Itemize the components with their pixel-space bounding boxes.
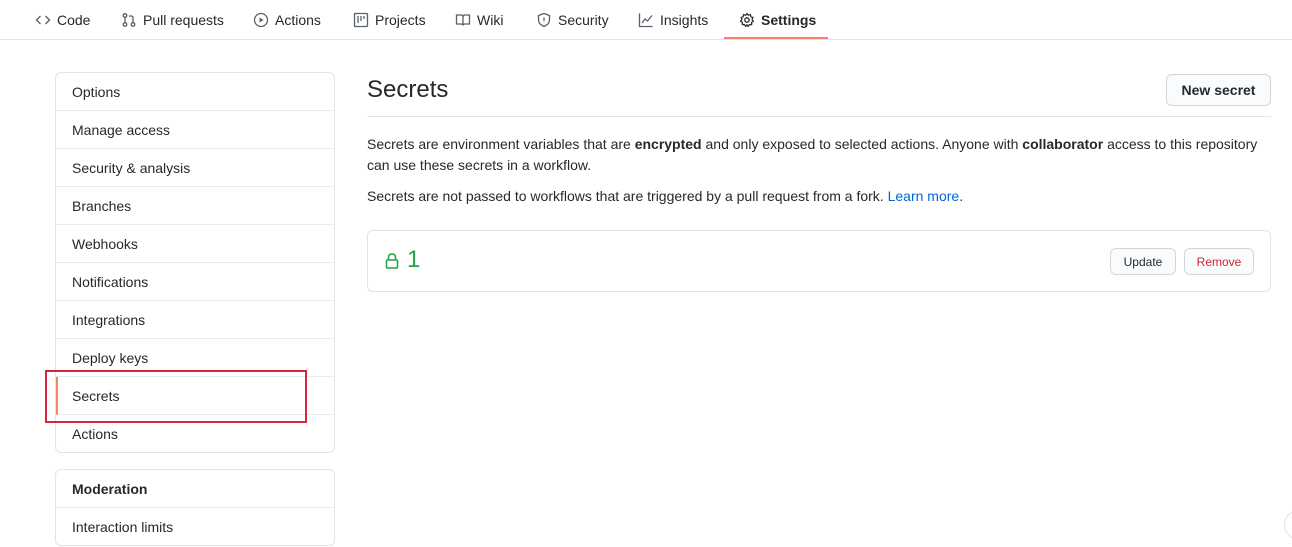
- repo-nav: Code Pull requests Actions Projects Wiki…: [0, 0, 1292, 40]
- update-secret-button[interactable]: Update: [1110, 248, 1176, 275]
- tab-security-label: Security: [558, 12, 609, 28]
- gear-icon: [739, 12, 755, 28]
- shield-icon: [536, 12, 552, 28]
- book-icon: [455, 12, 471, 28]
- title-divider: [367, 116, 1271, 117]
- sidebar-item-options[interactable]: Options: [56, 73, 334, 111]
- page-title: Secrets: [367, 76, 449, 103]
- sidebar-item-label: Deploy keys: [72, 349, 149, 366]
- sidebar-item-label: Interaction limits: [72, 519, 174, 535]
- tab-wiki-label: Wiki: [477, 12, 504, 28]
- fork-note: Secrets are not passed to workflows that…: [367, 186, 1277, 207]
- sidebar-item-label: Secrets: [72, 387, 120, 404]
- sidebar-item-label: Branches: [72, 197, 132, 214]
- tab-actions[interactable]: Actions: [253, 0, 321, 40]
- moderation-menu: Moderation Interaction limits: [55, 469, 335, 546]
- sidebar-item-manage-access[interactable]: Manage access: [56, 111, 334, 149]
- sidebar-item-security-analysis[interactable]: Security & analysis: [56, 149, 334, 187]
- lock-icon: [384, 252, 400, 270]
- tab-settings-label: Settings: [761, 12, 817, 28]
- tab-security[interactable]: Security: [536, 0, 609, 40]
- sidebar-item-label: Manage access: [72, 121, 171, 138]
- code-icon: [35, 12, 51, 28]
- sidebar-item-label: Actions: [72, 426, 118, 442]
- sidebar-item-label: Options: [72, 83, 121, 100]
- learn-more-link[interactable]: Learn more: [888, 188, 960, 204]
- pull-request-icon: [121, 12, 137, 28]
- tab-insights-label: Insights: [660, 12, 709, 28]
- desc-text: Secrets are environment variables that a…: [367, 136, 635, 152]
- sidebar-item-branches[interactable]: Branches: [56, 187, 334, 225]
- tab-pull-requests-label: Pull requests: [143, 12, 224, 28]
- sidebar-item-label: Notifications: [72, 273, 149, 290]
- moderation-heading: Moderation: [56, 470, 334, 508]
- sidebar-item-notifications[interactable]: Notifications: [56, 263, 334, 301]
- fork-note-text: Secrets are not passed to workflows that…: [367, 188, 888, 204]
- desc-bold-encrypted: encrypted: [634, 136, 702, 152]
- tab-code-label: Code: [57, 12, 91, 28]
- sidebar-item-deploy-keys[interactable]: Deploy keys: [56, 339, 334, 377]
- play-icon: [253, 12, 269, 28]
- new-secret-button[interactable]: New secret: [1166, 74, 1271, 106]
- tab-insights[interactable]: Insights: [638, 0, 708, 40]
- desc-text: and only exposed to selected actions. An…: [701, 136, 1023, 152]
- graph-icon: [638, 12, 654, 28]
- settings-sidebar-menu: Options Manage access Security & analysi…: [55, 72, 335, 453]
- project-icon: [353, 12, 369, 28]
- remove-secret-button[interactable]: Remove: [1184, 248, 1254, 275]
- selected-tab-underline: [724, 37, 828, 39]
- secrets-description: Secrets are environment variables that a…: [367, 134, 1277, 176]
- tab-actions-label: Actions: [275, 12, 321, 28]
- sidebar-item-secrets[interactable]: Secrets: [56, 377, 334, 415]
- desc-bold-collaborator: collaborator: [1022, 136, 1104, 152]
- tab-settings[interactable]: Settings: [739, 0, 816, 40]
- tab-code[interactable]: Code: [35, 0, 90, 40]
- sidebar-item-actions[interactable]: Actions: [56, 415, 334, 453]
- fork-note-end: .: [959, 188, 964, 204]
- tab-projects[interactable]: Projects: [353, 0, 426, 40]
- secret-name: 1: [407, 246, 421, 273]
- sidebar-item-webhooks[interactable]: Webhooks: [56, 225, 334, 263]
- tab-wiki[interactable]: Wiki: [455, 0, 503, 40]
- tab-projects-label: Projects: [375, 12, 426, 28]
- sidebar-item-label: Integrations: [72, 311, 146, 328]
- sidebar-item-label: Security & analysis: [72, 159, 191, 176]
- sidebar-item-label: Webhooks: [72, 235, 138, 252]
- tab-pull-requests[interactable]: Pull requests: [121, 0, 224, 40]
- floating-button[interactable]: [1284, 510, 1292, 540]
- sidebar-item-integrations[interactable]: Integrations: [56, 301, 334, 339]
- sidebar-item-interaction-limits[interactable]: Interaction limits: [56, 508, 334, 546]
